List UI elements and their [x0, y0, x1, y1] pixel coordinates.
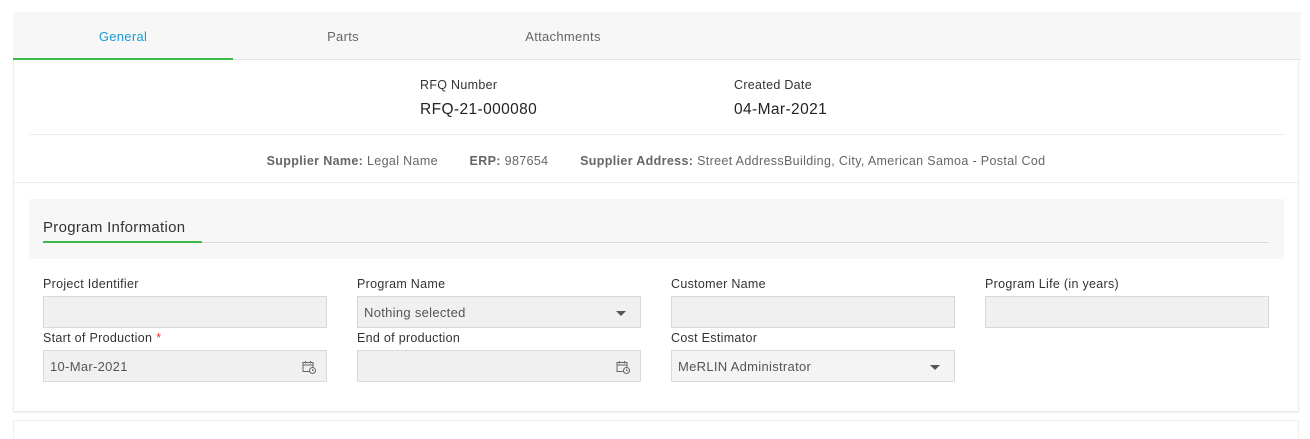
customer-name-label: Customer Name — [671, 277, 766, 291]
customer-name-input[interactable] — [671, 296, 955, 328]
chevron-down-icon — [930, 365, 940, 370]
project-identifier-label: Project Identifier — [43, 277, 139, 291]
tab-attachments[interactable]: Attachments — [453, 12, 673, 60]
supplier-name-value: Legal Name — [366, 154, 438, 168]
erp-value: 987654 — [504, 154, 549, 168]
tab-attachments-label: Attachments — [525, 28, 601, 44]
cost-estimator-field: Cost Estimator MeRLIN Administrator — [671, 331, 955, 382]
project-identifier-field: Project Identifier — [43, 277, 327, 328]
rfq-number-label: RFQ Number — [420, 78, 498, 92]
start-of-production-value: 10-Mar-2021 — [50, 358, 128, 374]
supplier-divider — [14, 182, 1298, 183]
general-panel: RFQ Number RFQ-21-000080 Created Date 04… — [13, 60, 1299, 412]
required-marker: * — [156, 331, 162, 345]
tab-parts-label: Parts — [327, 28, 359, 44]
calendar-icon[interactable] — [616, 360, 630, 374]
start-of-production-input[interactable]: 10-Mar-2021 — [43, 350, 327, 382]
program-life-label: Program Life (in years) — [985, 277, 1120, 291]
start-of-production-label: Start of Production — [43, 331, 153, 345]
supplier-address-label: Supplier Address: — [580, 154, 694, 168]
program-name-field: Program Name Nothing selected — [357, 277, 641, 328]
end-of-production-label: End of production — [357, 331, 461, 345]
tab-bar: General Parts Attachments — [13, 12, 1301, 61]
supplier-name-label: Supplier Name: — [266, 154, 364, 168]
created-date-label: Created Date — [734, 78, 812, 92]
created-date-block: Created Date 04-Mar-2021 — [734, 78, 827, 119]
rfq-general-page: General Parts Attachments RFQ Number RFQ… — [0, 0, 1310, 439]
program-life-field: Program Life (in years) — [985, 277, 1269, 328]
cost-estimator-select[interactable]: MeRLIN Administrator — [671, 350, 955, 382]
project-identifier-input[interactable] — [43, 296, 327, 328]
program-life-input[interactable] — [985, 296, 1269, 328]
header-divider — [29, 134, 1285, 135]
section-title: Program Information — [43, 219, 186, 236]
tab-general-label: General — [98, 28, 148, 44]
calendar-icon[interactable] — [302, 360, 316, 374]
start-of-production-label-row: Start of Production * — [43, 331, 327, 345]
section-title-underline — [43, 241, 202, 243]
rfq-number-value: RFQ-21-000080 — [420, 101, 538, 118]
supplier-info-line: Supplier Name: Legal Name ERP: 987654 Su… — [14, 154, 1298, 168]
created-date-value: 04-Mar-2021 — [734, 101, 828, 118]
section-rule — [43, 242, 1269, 243]
program-name-select[interactable]: Nothing selected — [357, 296, 641, 328]
start-of-production-field: Start of Production * 10-Mar-2021 — [43, 331, 327, 382]
program-name-label: Program Name — [357, 277, 446, 291]
end-of-production-input[interactable] — [357, 350, 641, 382]
next-panel-edge — [13, 420, 1299, 439]
program-name-selected-value: Nothing selected — [364, 304, 466, 320]
tab-parts[interactable]: Parts — [233, 12, 453, 60]
supplier-address-value: Street AddressBuilding, City, American S… — [697, 154, 1046, 168]
customer-name-field: Customer Name — [671, 277, 955, 328]
rfq-number-block: RFQ Number RFQ-21-000080 — [420, 78, 537, 119]
erp-label: ERP: — [469, 154, 501, 168]
cost-estimator-label: Cost Estimator — [671, 331, 758, 345]
program-information-section: Program Information — [29, 199, 1284, 259]
tab-general[interactable]: General — [13, 12, 233, 61]
chevron-down-icon — [616, 311, 626, 316]
cost-estimator-selected-value: MeRLIN Administrator — [678, 358, 812, 374]
end-of-production-field: End of production — [357, 331, 641, 382]
